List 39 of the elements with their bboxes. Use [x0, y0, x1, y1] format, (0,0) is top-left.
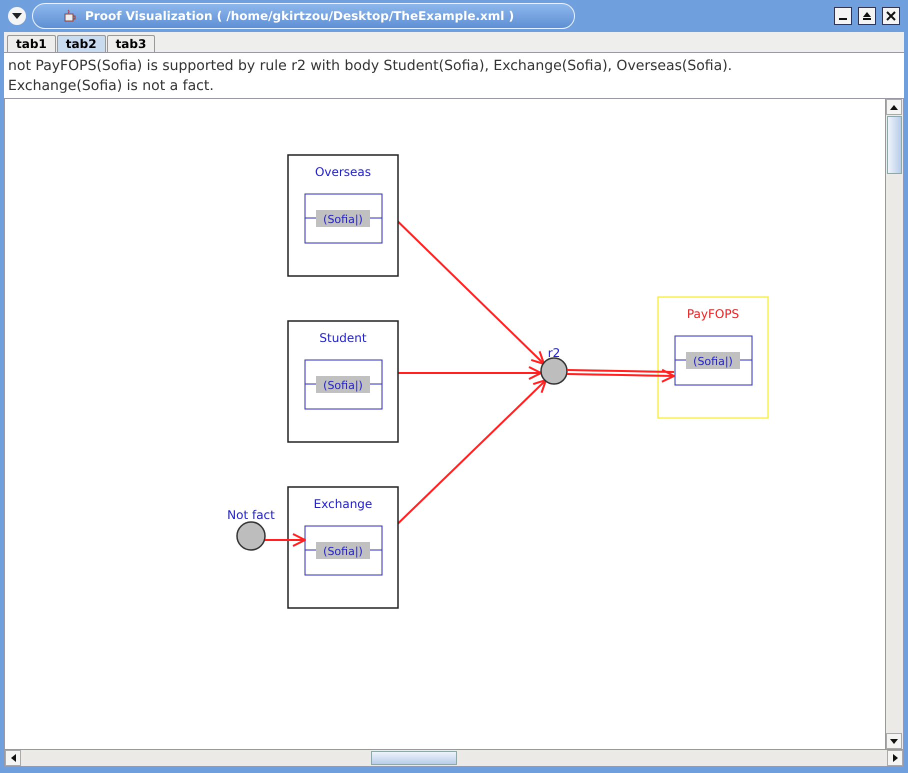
vertical-scrollbar[interactable] [885, 99, 903, 749]
predicate-title: PayFOPS [686, 307, 740, 321]
scroll-thumb[interactable] [371, 751, 457, 765]
not-fact-node [236, 521, 266, 551]
message-text: Exchange(Sofia) is not a fact. [8, 77, 215, 96]
caret-icon [12, 13, 22, 19]
tab[interactable]: tab2 [56, 35, 106, 52]
close-icon [886, 11, 896, 21]
tab[interactable]: tab3 [106, 35, 156, 52]
predicate-title: Overseas [314, 165, 372, 179]
window-title: Proof Visualization ( /home/gkirtzou/Desktop/TheExample.xml ) [85, 9, 514, 23]
scroll-up-button[interactable] [886, 99, 902, 115]
arrow [265, 533, 306, 547]
maximize-button[interactable] [858, 7, 876, 25]
minimize-icon [839, 18, 847, 20]
right-arrow-icon [892, 754, 898, 762]
scroll-right-button[interactable] [887, 750, 903, 766]
close-button[interactable] [882, 7, 900, 25]
argument-label: (Sofia|) [316, 542, 370, 559]
up-arrow-icon [890, 104, 898, 110]
message-text: not PayFOPS(Sofia) is supported by rule r2 with body Student(Sofia), Exchange(Sofia), Overseas(Sofia). [8, 57, 734, 76]
minimize-button[interactable] [834, 7, 852, 25]
scroll-down-button[interactable] [886, 733, 902, 749]
node-label: r2 [548, 346, 560, 360]
scroll-left-button[interactable] [5, 750, 21, 766]
scroll-thumb[interactable] [887, 116, 902, 174]
argument-label: (Sofia|) [686, 352, 740, 369]
argument-label: (Sofia|) [316, 376, 370, 393]
window-menu-button[interactable] [8, 7, 26, 25]
horizontal-scrollbar[interactable] [5, 749, 903, 766]
maximize-icon [862, 11, 872, 21]
down-arrow-icon [890, 738, 898, 744]
predicate-title: Exchange [314, 497, 372, 511]
predicate-title: Student [319, 331, 367, 345]
left-arrow-icon [10, 754, 16, 762]
tab[interactable]: tab1 [7, 35, 56, 52]
node-label: Not fact [227, 508, 275, 522]
argument-label: (Sofia|) [316, 210, 370, 227]
cup-icon [63, 9, 77, 23]
